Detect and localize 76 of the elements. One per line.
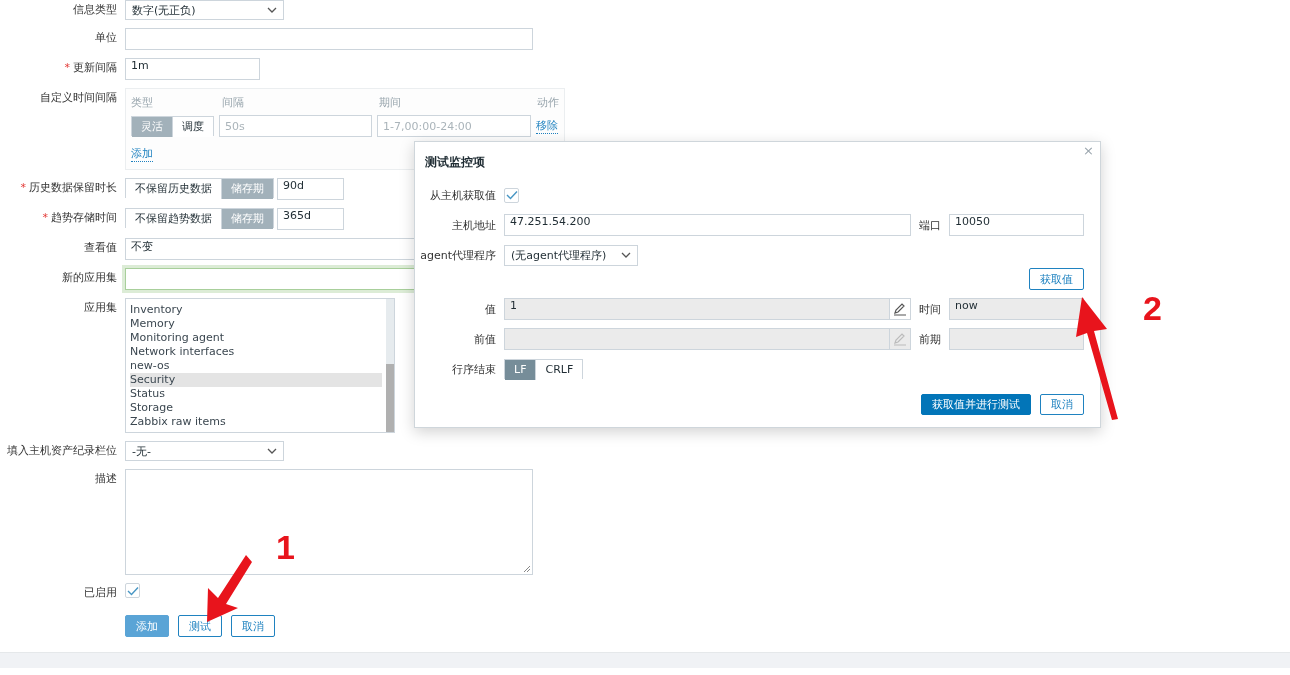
input-field[interactable] <box>504 328 890 350</box>
annotation-number: 2 <box>1143 291 1162 325</box>
input-field[interactable]: 1 <box>504 298 890 320</box>
field-label: 新的应用集 <box>62 270 117 286</box>
checkbox[interactable] <box>504 187 519 203</box>
pencil-icon <box>893 332 907 346</box>
column-header: 期间 <box>379 95 401 110</box>
field-label: 趋势存储时间 <box>51 210 117 226</box>
input-field[interactable]: 90d <box>277 178 344 200</box>
list-item[interactable]: Network interfaces <box>130 345 382 359</box>
required-marker: * <box>42 210 48 226</box>
list-box[interactable]: Inventory Memory Monitoring agent Network interfaces new-os Security Status Storage Zabbix raw items <box>125 298 395 433</box>
dropdown[interactable]: 数字(无正负) <box>125 0 284 20</box>
required-marker: * <box>64 60 70 76</box>
field-label: 端口 <box>919 217 941 233</box>
input-field[interactable]: 10050 <box>949 214 1084 236</box>
field-label: 时间 <box>919 301 941 317</box>
get-value-button[interactable]: 获取值 <box>1029 268 1084 290</box>
list-item[interactable]: Inventory <box>130 303 382 317</box>
chevron-down-icon <box>621 252 631 258</box>
field-label: 填入主机资产纪录栏位 <box>7 443 117 459</box>
field-label: 自定义时间间隔 <box>40 90 117 106</box>
form-button[interactable]: 取消 <box>231 615 275 637</box>
text-area[interactable] <box>125 469 533 575</box>
input-field[interactable] <box>125 28 533 50</box>
field-label: 从主机获取值 <box>429 187 496 203</box>
dialog-button[interactable]: 取消 <box>1040 394 1084 415</box>
chevron-down-icon <box>267 448 277 454</box>
list-item[interactable]: Status <box>130 387 382 401</box>
dialog-button[interactable]: 获取值并进行测试 <box>921 394 1031 415</box>
dialog-title: 测试监控项 <box>425 154 486 171</box>
annotation-number: 1 <box>276 530 295 564</box>
field-label: 更新间隔 <box>73 60 117 76</box>
field-label: agent代理程序 <box>419 247 496 263</box>
field-label: 值 <box>484 301 496 317</box>
field-label: 前期 <box>919 331 941 347</box>
checkbox[interactable] <box>125 583 140 598</box>
field-label: 历史数据保留时长 <box>29 180 117 196</box>
list-item[interactable]: Security <box>130 373 382 387</box>
list-item[interactable]: Memory <box>130 317 382 331</box>
dropdown[interactable]: -无- <box>125 441 284 461</box>
field-label: 信息类型 <box>73 2 117 18</box>
list-item[interactable]: Monitoring agent <box>130 331 382 345</box>
column-header: 动作 <box>537 95 559 110</box>
input-field[interactable]: 1m <box>125 58 260 80</box>
field-label: 前值 <box>473 331 496 347</box>
mode-toggle[interactable]: 调度 <box>172 117 213 137</box>
input-field[interactable]: now <box>949 298 1084 320</box>
resize-grip-icon[interactable] <box>523 565 531 573</box>
dropdown[interactable]: (无agent代理程序) <box>504 244 638 266</box>
field-label: 查看值 <box>84 240 117 256</box>
edit-button[interactable] <box>889 298 911 320</box>
field-label: 单位 <box>95 30 117 46</box>
period-field[interactable]: 1-7,00:00-24:00 <box>377 115 531 137</box>
column-header: 类型 <box>131 95 153 110</box>
field-label: 应用集 <box>84 300 117 316</box>
list-item[interactable]: Zabbix raw items <box>130 415 382 429</box>
input-field[interactable]: 365d <box>277 208 344 230</box>
field-label: 描述 <box>95 471 117 487</box>
input-field[interactable]: 47.251.54.200 <box>504 214 911 236</box>
input-field[interactable] <box>949 328 1084 350</box>
chevron-down-icon <box>267 7 277 13</box>
column-header: 间隔 <box>222 95 244 110</box>
add-link[interactable]: 添加 <box>131 147 153 162</box>
pencil-icon <box>893 302 907 316</box>
list-item[interactable]: new-os <box>130 359 382 373</box>
line-ending-toggle[interactable]: CRLF <box>535 360 583 380</box>
interval-field[interactable]: 50s <box>219 115 372 137</box>
required-marker: * <box>20 180 26 196</box>
form-button[interactable]: 测试 <box>178 615 222 637</box>
scrollbar[interactable] <box>386 299 394 432</box>
field-label: 行序结束 <box>451 361 496 377</box>
field-label: 主机地址 <box>451 217 496 233</box>
remove-link[interactable]: 移除 <box>536 118 558 134</box>
list-item[interactable]: Storage <box>130 401 382 415</box>
field-label: 已启用 <box>84 585 117 601</box>
